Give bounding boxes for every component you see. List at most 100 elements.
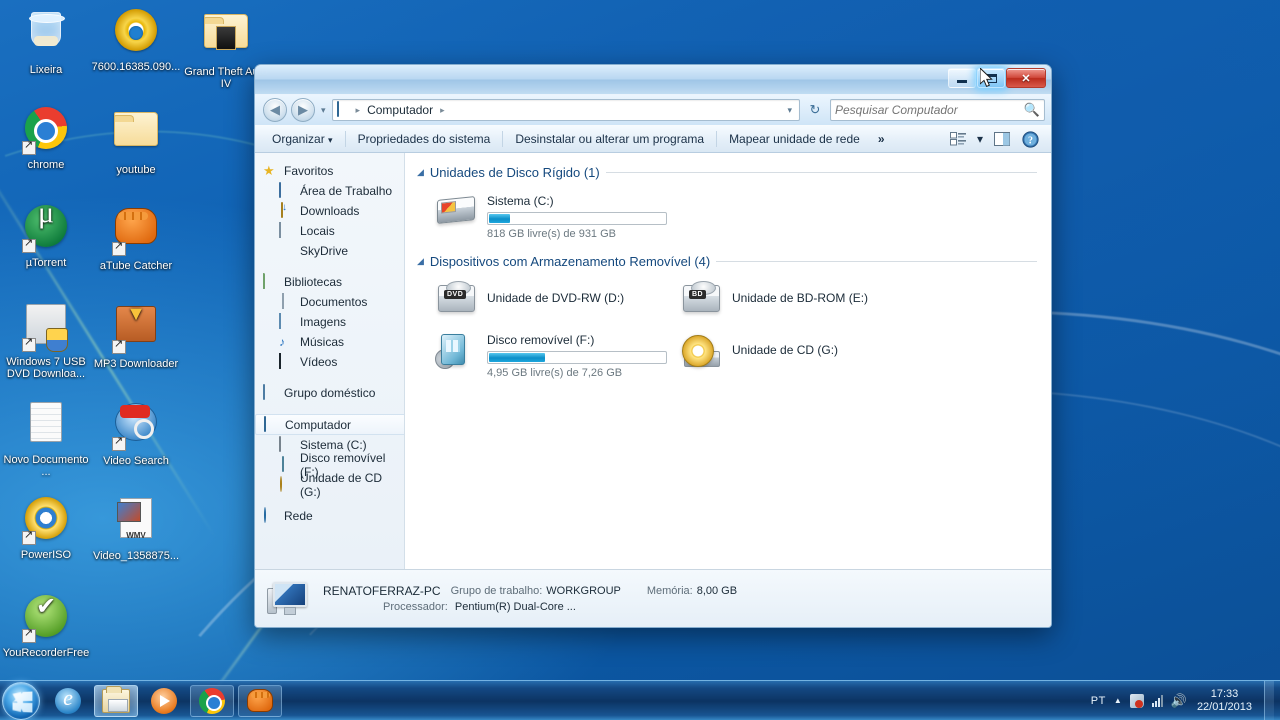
volume-icon[interactable]: 🔊 xyxy=(1171,693,1187,709)
recent-pages-chevron-icon[interactable]: ▾ xyxy=(319,105,328,116)
sidebar-group-grupo-domestico[interactable]: Grupo doméstico xyxy=(255,383,404,403)
search-box[interactable]: 🔍 xyxy=(830,99,1045,121)
sidebar-item-downloads[interactable]: Downloads xyxy=(255,201,404,221)
workgroup-label: Grupo de trabalho: xyxy=(450,585,543,597)
uninstall-program-button[interactable]: Desinstalar ou alterar um programa xyxy=(506,129,713,149)
taskbar-button-atube-catcher[interactable] xyxy=(238,684,282,717)
drive-tile-unidade-de-cd-g[interactable]: Unidade de CD (G:) xyxy=(676,325,921,385)
drive-name: Disco removível (F:) xyxy=(487,333,595,347)
close-button[interactable]: ✕ xyxy=(1006,68,1046,88)
clock-date: 22/01/2013 xyxy=(1196,700,1252,713)
capacity-bar-fill xyxy=(489,214,511,223)
processor-label: Processador: xyxy=(383,601,448,613)
sidebar-group-favoritos[interactable]: ★ Favoritos xyxy=(255,161,404,181)
window-title-bar[interactable]: ✕ xyxy=(255,65,1051,95)
show-hidden-icons-button[interactable]: ▲ xyxy=(1114,696,1122,705)
preview-pane-glyph xyxy=(994,132,1010,146)
desktop-icon-windows-usb-dvd[interactable]: Windows 7 USB DVD Downloa... xyxy=(0,300,92,380)
start-button[interactable] xyxy=(2,681,40,720)
explorer-window[interactable]: ✕ ◀ ▶ ▾ ▸ Computador ▸ ▾ ↻ 🔍 Organizar ▾… xyxy=(254,64,1052,628)
clock-time: 17:33 xyxy=(1210,687,1239,700)
minimize-button[interactable] xyxy=(948,68,976,88)
breadcrumb-separator[interactable]: ▸ xyxy=(440,105,445,116)
sidebar-item-unidade-de-cd-g[interactable]: Unidade de CD (G:) xyxy=(255,471,404,499)
desktop-icon-yourecorderfree[interactable]: YouRecorderFree xyxy=(0,592,92,659)
clock[interactable]: 17:33 22/01/2013 xyxy=(1195,688,1256,714)
sidebar-item-computador[interactable]: Computador xyxy=(255,414,404,435)
drive-tile-bd-rom-e[interactable]: BD Unidade de BD-ROM (E:) xyxy=(676,275,921,325)
shortcut-overlay-icon xyxy=(22,139,36,155)
desktop-icon-lixeira[interactable]: Lixeira xyxy=(0,6,92,76)
preview-pane-icon[interactable] xyxy=(989,128,1015,150)
network-icon xyxy=(263,507,279,524)
group-header-hard-drives[interactable]: ◢ Unidades de Disco Rígido (1) xyxy=(417,165,1051,180)
drive-tile-disco-removivel-f[interactable]: Disco removível (F:) 4,95 GB livre(s) de… xyxy=(431,325,676,385)
drive-tile-sistema-c[interactable]: Sistema (C:) 818 GB livre(s) de 931 GB xyxy=(431,186,676,246)
desktop-icon-label: YouRecorderFree xyxy=(2,647,90,659)
drive-name: Unidade de DVD-RW (D:) xyxy=(487,291,625,305)
sidebar-item-area-de-trabalho[interactable]: Área de Trabalho xyxy=(255,181,404,201)
system-properties-button[interactable]: Propriedades do sistema xyxy=(349,129,500,149)
sidebar-item-imagens[interactable]: Imagens xyxy=(255,312,404,332)
taskbar-button-internet-explorer[interactable] xyxy=(46,685,90,717)
help-icon[interactable]: ? xyxy=(1017,128,1043,150)
search-input[interactable] xyxy=(835,103,1020,117)
memory-label: Memória: xyxy=(646,585,693,597)
computer-icon xyxy=(264,415,280,433)
taskbar-button-google-chrome[interactable] xyxy=(190,684,234,717)
desktop-icon-chrome[interactable]: chrome xyxy=(0,104,92,171)
sidebar-group-bibliotecas[interactable]: Bibliotecas xyxy=(255,272,404,292)
map-network-drive-button[interactable]: Mapear unidade de rede xyxy=(720,129,869,149)
collapse-arrow-icon[interactable]: ◢ xyxy=(417,167,424,178)
desktop-icon-atube-catcher[interactable]: aTube Catcher xyxy=(90,202,182,272)
desktop-icon-mp3-downloader[interactable]: MP3 Downloader xyxy=(90,300,182,370)
drive-tile-dvd-rw-d[interactable]: DVD Unidade de DVD-RW (D:) xyxy=(431,275,676,325)
sidebar-label: Bibliotecas xyxy=(284,275,343,289)
view-dropdown-caret-icon[interactable]: ▾ xyxy=(973,128,987,150)
desktop-icon-poweriso[interactable]: PowerISO xyxy=(0,494,92,561)
sidebar-group-rede[interactable]: Rede xyxy=(255,506,404,526)
command-toolbar: Organizar ▾ Propriedades do sistema Desi… xyxy=(255,125,1051,153)
sidebar-item-skydrive[interactable]: SkyDrive xyxy=(255,241,404,261)
removable-disk-icon xyxy=(435,331,479,369)
desktop-icon-novo-documento[interactable]: Novo Documento ... xyxy=(0,398,92,478)
sidebar-label: Vídeos xyxy=(300,355,338,369)
sidebar-item-locais[interactable]: Locais xyxy=(255,221,404,241)
folder-icon xyxy=(112,112,160,160)
organize-button[interactable]: Organizar ▾ xyxy=(263,129,342,149)
network-icon[interactable] xyxy=(1151,694,1163,707)
address-bar[interactable]: ▸ Computador ▸ ▾ xyxy=(331,99,800,121)
taskbar[interactable]: PT ▲ 🔊 17:33 22/01/2013 xyxy=(0,680,1280,720)
navigation-pane[interactable]: ★ Favoritos Área de Trabalho Downloads L… xyxy=(255,153,405,569)
desktop-icon-disc-image[interactable]: 7600.16385.090... xyxy=(90,6,182,73)
refresh-button[interactable]: ↻ xyxy=(804,99,826,121)
sidebar-item-musicas[interactable]: ♪ Músicas xyxy=(255,332,404,352)
language-indicator[interactable]: PT xyxy=(1091,695,1106,707)
back-button[interactable]: ◀ xyxy=(263,98,287,122)
sidebar-item-videos[interactable]: Vídeos xyxy=(255,352,404,372)
desktop-icon-video-search[interactable]: Video Search xyxy=(90,398,182,467)
sidebar-item-documentos[interactable]: Documentos xyxy=(255,292,404,312)
breadcrumb-item-computador[interactable]: Computador xyxy=(363,102,437,118)
desktop-icon-youtube-folder[interactable]: youtube xyxy=(90,104,182,176)
sidebar-label: Rede xyxy=(284,509,313,523)
file-list-pane[interactable]: ◢ Unidades de Disco Rígido (1) Sistema (… xyxy=(405,153,1051,569)
show-desktop-button[interactable] xyxy=(1264,680,1274,720)
address-dropdown-icon[interactable]: ▾ xyxy=(782,105,797,116)
taskbar-button-windows-explorer[interactable] xyxy=(94,684,138,717)
group-header-removable-devices[interactable]: ◢ Dispositivos com Armazenamento Removív… xyxy=(417,254,1051,269)
maximize-button[interactable] xyxy=(977,68,1005,88)
sidebar-label: Documentos xyxy=(300,295,368,309)
action-center-icon[interactable] xyxy=(1129,693,1144,708)
desktop-icon-video-file[interactable]: Video_1358875... xyxy=(90,494,182,562)
forward-button[interactable]: ▶ xyxy=(291,98,315,122)
toolbar-overflow-button[interactable]: » xyxy=(869,129,894,149)
taskbar-button-windows-media-player[interactable] xyxy=(142,685,186,717)
collapse-arrow-icon[interactable]: ◢ xyxy=(417,256,424,267)
sidebar-label: Área de Trabalho xyxy=(300,184,393,198)
desktop-icon-utorrent[interactable]: µTorrent xyxy=(0,202,92,269)
change-view-icon[interactable] xyxy=(945,128,971,150)
workgroup-value: WORKGROUP xyxy=(546,585,621,597)
removable-device-tiles: DVD Unidade de DVD-RW (D:) BD Unidade de… xyxy=(417,275,1051,385)
drive-info: Unidade de CD (G:) xyxy=(732,331,838,357)
